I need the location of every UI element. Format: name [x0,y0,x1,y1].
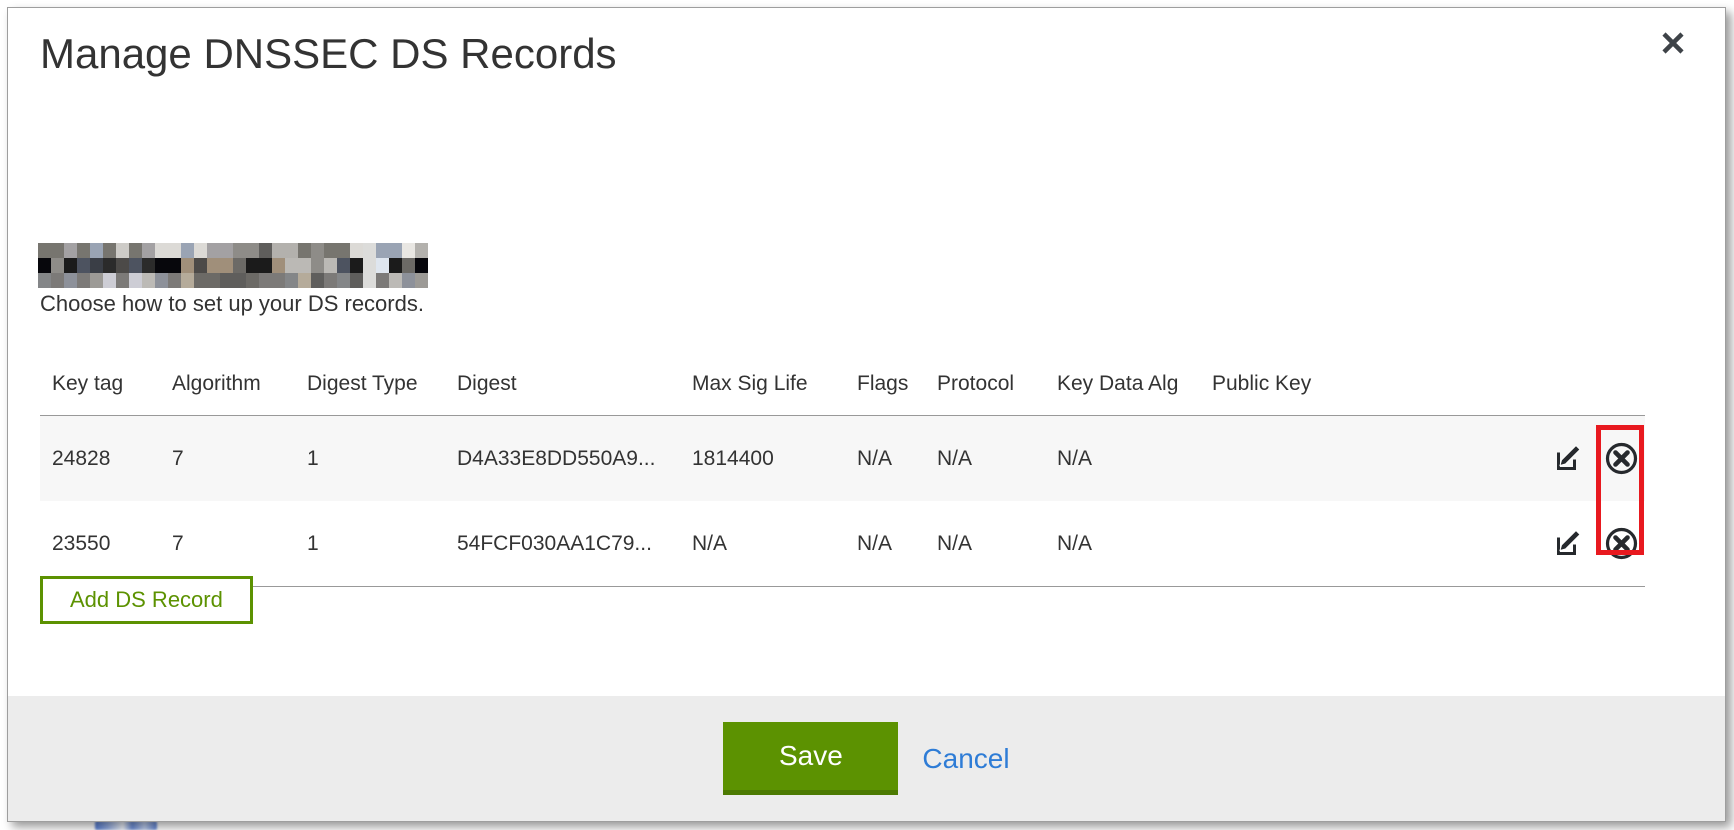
manage-dnssec-modal: Manage DNSSEC DS Records Choose how to s… [7,7,1726,822]
col-header-max-sig-life: Max Sig Life [680,353,845,416]
modal-title: Manage DNSSEC DS Records [40,30,617,78]
col-header-digest: Digest [445,353,680,416]
cell-protocol: N/A [925,416,1045,502]
col-header-actions [1540,353,1645,416]
close-icon[interactable] [1651,22,1695,66]
cell-digest-type: 1 [295,416,445,502]
col-header-public-key: Public Key [1200,353,1540,416]
add-ds-record-button[interactable]: Add DS Record [40,576,253,624]
cell-algorithm: 7 [160,501,295,587]
cell-key-data-alg: N/A [1045,416,1200,502]
ds-records-table: Key tag Algorithm Digest Type Digest Max… [40,353,1645,587]
cell-max-sig-life: N/A [680,501,845,587]
cell-digest: D4A33E8DD550A9... [445,416,680,502]
redacted-domain [38,243,428,288]
cell-actions [1540,501,1645,587]
col-header-flags: Flags [845,353,925,416]
delete-icon[interactable] [1604,441,1639,476]
col-header-algorithm: Algorithm [160,353,295,416]
cell-max-sig-life: 1814400 [680,416,845,502]
edit-icon[interactable] [1552,442,1585,475]
background-page-artifact [95,821,157,830]
table-row: 24828 7 1 D4A33E8DD550A9... 1814400 N/A … [40,416,1645,502]
cell-public-key [1200,501,1540,587]
table-row: 23550 7 1 54FCF030AA1C79... N/A N/A N/A … [40,501,1645,587]
cell-protocol: N/A [925,501,1045,587]
cell-key-data-alg: N/A [1045,501,1200,587]
cell-key-tag: 24828 [40,416,160,502]
cell-public-key [1200,416,1540,502]
col-header-protocol: Protocol [925,353,1045,416]
modal-footer: Save Cancel [8,696,1725,821]
delete-icon[interactable] [1604,526,1639,561]
screen: Manage DNSSEC DS Records Choose how to s… [0,0,1734,830]
cancel-link[interactable]: Cancel [922,743,1009,775]
col-header-key-data-alg: Key Data Alg [1045,353,1200,416]
cell-digest-type: 1 [295,501,445,587]
cell-key-tag: 23550 [40,501,160,587]
cell-algorithm: 7 [160,416,295,502]
cell-actions [1540,416,1645,502]
cell-digest: 54FCF030AA1C79... [445,501,680,587]
cell-flags: N/A [845,501,925,587]
cell-flags: N/A [845,416,925,502]
col-header-digest-type: Digest Type [295,353,445,416]
table-header-row: Key tag Algorithm Digest Type Digest Max… [40,353,1645,416]
instruction-text: Choose how to set up your DS records. [40,291,424,317]
save-button[interactable]: Save [723,722,898,795]
col-header-key-tag: Key tag [40,353,160,416]
edit-icon[interactable] [1552,527,1585,560]
